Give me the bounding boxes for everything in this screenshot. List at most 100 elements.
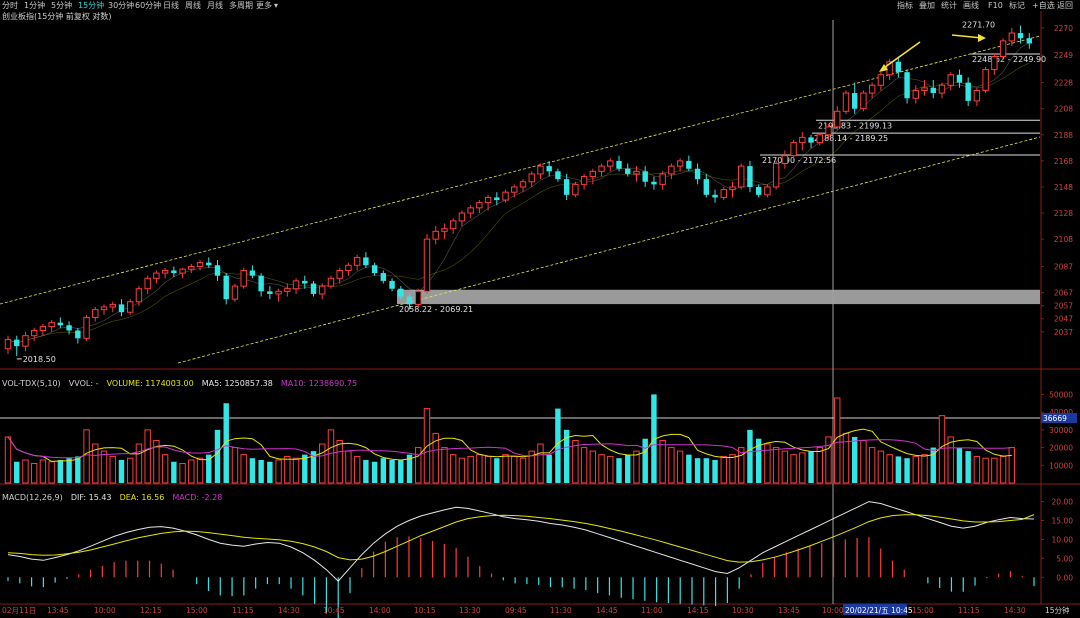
- candle-body-up: [834, 110, 841, 128]
- volume-bar-up: [502, 454, 509, 484]
- volume-bar-down: [546, 454, 552, 483]
- time-tick-label: 14:00: [369, 606, 391, 615]
- candle-body-up: [676, 160, 684, 167]
- candle-body-up: [720, 189, 727, 198]
- candle-body-down: [66, 325, 72, 331]
- candle-body-up: [772, 162, 780, 188]
- price-tick-label: 2228: [1054, 79, 1073, 88]
- time-tick-label: 11:15: [232, 606, 254, 615]
- candle-body-down: [398, 288, 404, 297]
- volume-bar-up: [772, 447, 780, 484]
- time-tick-label: 02月11日: [2, 606, 36, 615]
- gap-zone-box: [397, 289, 1040, 305]
- volume-bar-up: [161, 454, 169, 484]
- volume-bar-down: [398, 459, 404, 483]
- volume-bar-up: [537, 443, 544, 484]
- volume-bar-down: [171, 461, 177, 483]
- time-tick-label: 11:15: [958, 606, 980, 615]
- candle-body-up: [319, 285, 326, 295]
- volume-bar-up: [109, 455, 116, 484]
- candle-body-up: [912, 89, 920, 99]
- time-tick-label: 13:30: [459, 606, 481, 615]
- volume-reference-label: 36669: [1043, 414, 1067, 423]
- candle-body-down: [494, 197, 500, 201]
- volume-bar-up: [676, 450, 684, 484]
- candle-body-up: [877, 74, 885, 86]
- time-tick-label: 10:30: [732, 606, 754, 615]
- volume-bar-down: [616, 458, 622, 483]
- volume-bar-up: [938, 415, 946, 484]
- volume-bar-down: [494, 458, 500, 483]
- volume-bar-down: [851, 436, 858, 483]
- volume-bar-up: [48, 461, 55, 484]
- candle-body-down: [616, 160, 622, 169]
- volume-bar-down: [249, 458, 256, 483]
- candle-body-down: [171, 270, 177, 274]
- volume-bar-up: [877, 450, 885, 484]
- candle-body-up: [284, 288, 291, 292]
- candle-body-up: [738, 165, 745, 188]
- candle-body-down: [363, 257, 369, 266]
- volume-bar-up: [284, 455, 291, 484]
- macd-tick-label: 0.00: [1056, 573, 1073, 582]
- volume-bar-up: [860, 439, 867, 484]
- candle-body-up: [790, 142, 797, 157]
- time-tick-label: 15:00: [912, 606, 934, 615]
- candle-body-up: [947, 74, 954, 86]
- candle-body-down: [965, 82, 971, 101]
- candle-body-up: [860, 92, 867, 110]
- volume-bar-up: [449, 454, 457, 484]
- candle-body-up: [991, 56, 998, 71]
- candle-body-down: [267, 291, 273, 294]
- time-tick-label: 13:45: [47, 606, 69, 615]
- time-tick-label: 10:00: [822, 606, 844, 615]
- volume-bar-up: [912, 455, 920, 484]
- candle-body-up: [842, 92, 850, 112]
- candle-body-down: [75, 330, 81, 339]
- candle-body-up: [275, 290, 282, 295]
- volume-bar-up: [607, 455, 614, 484]
- volume-bar-down: [895, 456, 902, 483]
- time-tick-label: 12:15: [140, 606, 162, 615]
- candle-body-up: [537, 165, 544, 175]
- volume-bar-up: [868, 447, 876, 484]
- volume-bar-down: [694, 458, 701, 483]
- candle-body-down: [555, 171, 561, 180]
- volume-bar-up: [720, 455, 727, 484]
- candle-body-down: [956, 74, 963, 83]
- volume-bar-up: [292, 457, 300, 484]
- candle-body-up: [188, 266, 195, 270]
- candle-body-up: [415, 290, 422, 305]
- candle-body-up: [432, 230, 439, 240]
- volume-bar-down: [956, 447, 963, 483]
- candle-body-down: [223, 275, 229, 300]
- cursor-time-label: 20/02/21/五 10:45: [845, 606, 913, 615]
- candle-body-down: [694, 168, 701, 180]
- low-price-label: 2018.50: [23, 355, 56, 364]
- stock-chart[interactable]: 2037 2047 2057 2067 2087 2108 2128 2148 2168 2188…: [0, 0, 1080, 618]
- candle-body-up: [327, 277, 335, 287]
- time-tick-label: 14:45: [596, 606, 618, 615]
- volume-bar-down: [75, 456, 81, 483]
- candle-body-up: [292, 280, 300, 290]
- price-tick-label: 2208: [1054, 105, 1073, 114]
- candle-body-up: [668, 165, 675, 175]
- time-tick-label: 15:00: [186, 606, 208, 615]
- candle-body-down: [651, 181, 657, 185]
- candle-body-up: [580, 176, 588, 185]
- candle-body-up: [973, 89, 981, 102]
- volume-bar-up: [816, 447, 823, 484]
- volume-bar-down: [965, 451, 971, 483]
- volume-bar-down: [258, 459, 264, 483]
- candle-body-down: [712, 194, 718, 198]
- price-tick-label: 2168: [1054, 157, 1073, 166]
- candle-body-up: [83, 316, 90, 339]
- volume-bar-up: [144, 429, 151, 484]
- gap-zone-label: 2058.22 - 2069.21: [399, 305, 473, 314]
- candle-body-down: [642, 171, 648, 182]
- candle-body-up: [467, 207, 474, 214]
- candle-body-down: [57, 322, 64, 326]
- volume-bar-down: [747, 429, 753, 483]
- candle-body-down: [380, 273, 387, 281]
- time-tick-label: 10:45: [323, 606, 345, 615]
